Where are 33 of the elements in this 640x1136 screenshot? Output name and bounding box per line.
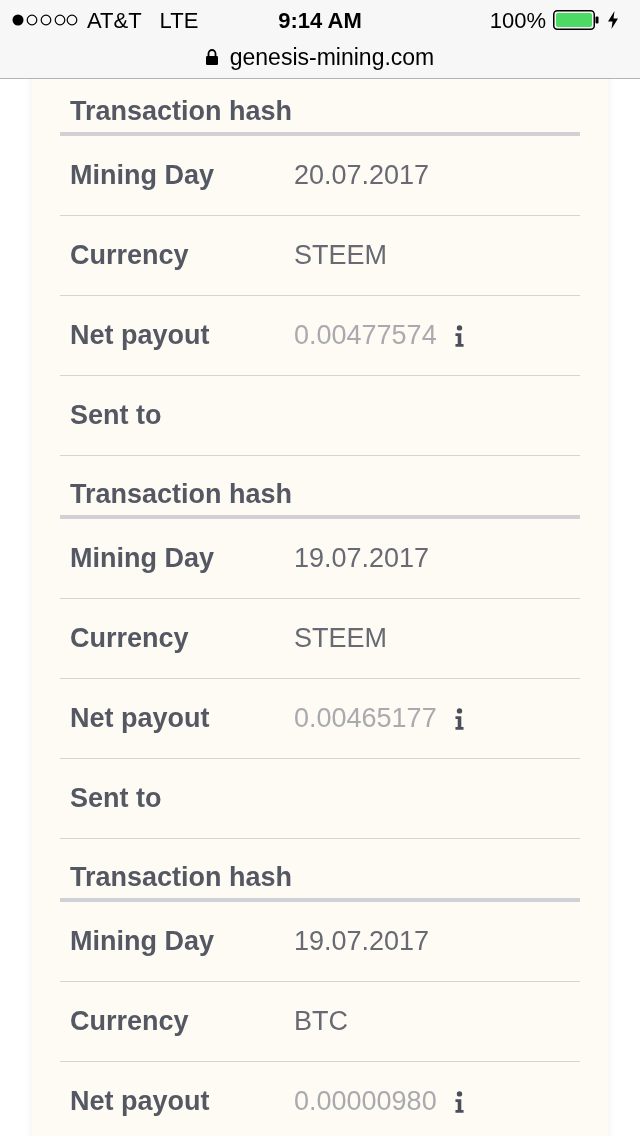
info-icon[interactable]	[454, 1090, 464, 1113]
payout-amount: 0.00000980	[294, 1085, 437, 1119]
field-label: Sent to	[70, 399, 162, 433]
field-label: Mining Day	[70, 925, 214, 959]
network-type: LTE	[159, 6, 199, 35]
field-label: Mining Day	[70, 542, 214, 576]
payout-amount: 0.00465177	[294, 702, 437, 736]
field-label: Transaction hash	[70, 478, 293, 512]
field-label: Net payout	[70, 702, 210, 736]
clock-time: 9:14 AM	[278, 6, 362, 35]
info-icon[interactable]	[454, 707, 464, 730]
field-label: Mining Day	[70, 159, 214, 193]
field-label: Sent to	[70, 782, 162, 816]
battery-percent: 100%	[489, 6, 546, 35]
field-label: Transaction hash	[70, 95, 293, 129]
field-label: Net payout	[70, 1085, 210, 1119]
carrier-name: AT&T	[87, 6, 142, 35]
field-label: Currency	[70, 622, 189, 656]
page-url[interactable]: genesis-mining.com	[229, 39, 435, 75]
signal-strength-icon	[12, 14, 78, 26]
field-label: Currency	[70, 1005, 189, 1039]
field-label: Net payout	[70, 319, 210, 353]
field-label: Transaction hash	[70, 861, 293, 895]
field-label: Currency	[70, 239, 189, 273]
field-value: STEEM	[294, 239, 387, 273]
payout-amount: 0.00477574	[294, 319, 437, 353]
info-icon[interactable]	[454, 324, 464, 347]
field-value: BTC	[294, 1005, 348, 1039]
field-value: STEEM	[294, 622, 387, 656]
field-value: 19.07.2017	[294, 925, 430, 959]
field-value: 19.07.2017	[294, 542, 430, 576]
field-value: 20.07.2017	[294, 159, 430, 193]
battery-icon	[553, 10, 599, 30]
